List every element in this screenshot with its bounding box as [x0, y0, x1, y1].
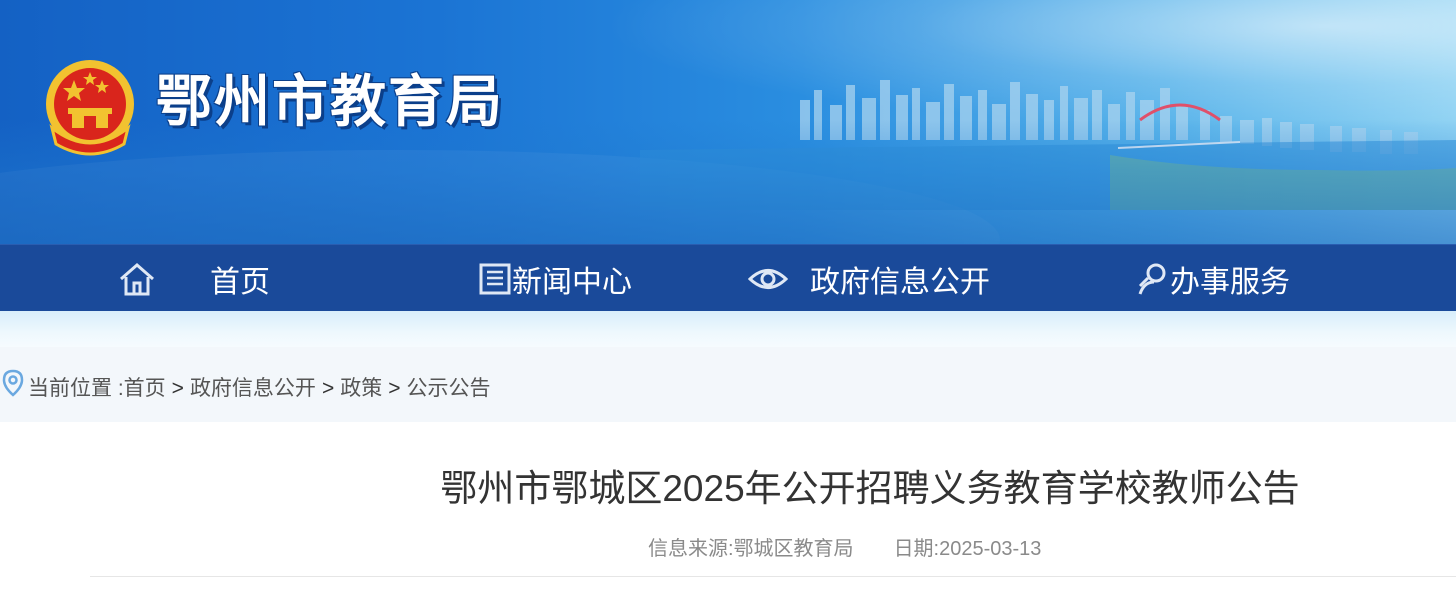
breadcrumb: 当前位置 :首页 > 政府信息公开 > 政策 > 公示公告 [0, 347, 1456, 422]
home-icon [120, 262, 154, 295]
site-title[interactable]: 鄂州市教育局 [156, 62, 504, 142]
nav-shadow-strip [0, 311, 1456, 347]
date-label: 日期: [893, 538, 940, 560]
nav-item-home[interactable]: 首页 [118, 245, 270, 312]
article-meta: 信息来源:鄂城区教育局 日期:2025-03-13 [648, 532, 1041, 561]
breadcrumb-link-announcements[interactable]: 公示公告 [406, 377, 490, 400]
breadcrumb-separator: > [171, 377, 184, 400]
article-divider [90, 576, 1456, 577]
nav-label-gov-info: 政府信息公开 [810, 265, 990, 299]
breadcrumb-link-policy[interactable]: 政策 [340, 377, 382, 400]
nav-item-news[interactable]: 新闻中心 [478, 245, 632, 312]
newspaper-icon [479, 263, 511, 294]
breadcrumb-trail: 当前位置 :首页 > 政府信息公开 > 政策 > 公示公告 [28, 372, 490, 402]
location-pin-icon [2, 369, 24, 397]
main-nav: 首页 新闻中心 政府信息公开 办事服务 [0, 244, 1456, 311]
nav-item-services[interactable]: 办事服务 [1136, 245, 1290, 312]
breadcrumb-prefix: 当前位置 : [28, 377, 124, 400]
header-banner: 鄂州市教育局 [0, 0, 1456, 244]
source-value: 鄂城区教育局 [733, 538, 854, 560]
nav-item-gov-info[interactable]: 政府信息公开 [748, 245, 990, 312]
nav-label-news: 新闻中心 [512, 265, 632, 299]
article-title: 鄂州市鄂城区2025年公开招聘义务教育学校教师公告 [440, 468, 1300, 509]
nav-label-home: 首页 [210, 265, 270, 299]
breadcrumb-link-home[interactable]: 首页 [124, 377, 166, 400]
breadcrumb-separator: > [321, 377, 335, 400]
nav-label-services: 办事服务 [1170, 265, 1290, 299]
service-person-icon [1138, 263, 1166, 295]
breadcrumb-link-gov-info[interactable]: 政府信息公开 [190, 377, 316, 400]
breadcrumb-separator: > [388, 377, 401, 400]
national-emblem-icon [46, 60, 134, 156]
eye-icon [748, 268, 788, 289]
date-value: 2025-03-13 [939, 538, 1042, 560]
source-label: 信息来源: [648, 538, 734, 560]
